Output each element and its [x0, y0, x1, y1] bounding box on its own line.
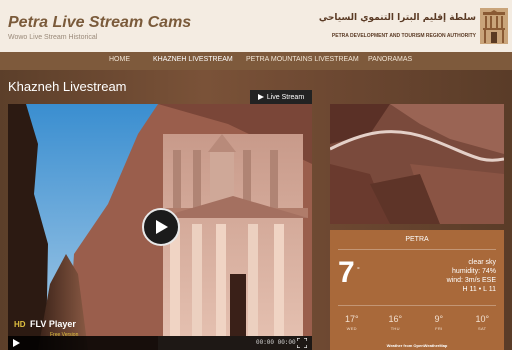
play-icon [257, 94, 264, 100]
nav-khazneh-livestream[interactable]: KHAZNEH LIVESTREAM [153, 56, 233, 63]
site-title[interactable]: Petra Live Stream Cams [8, 14, 191, 32]
weather-forecast: 17° WED 16° THU 9° FRI 10° SAT [330, 314, 504, 331]
weather-divider-forecast [338, 305, 496, 306]
weather-widget: PETRA 7 ° clear sky humidity: 74% wind: … [330, 230, 504, 350]
forecast-day-label: SAT [478, 326, 487, 331]
treasury-logo-icon[interactable] [480, 8, 508, 44]
forecast-day: 17° WED [330, 314, 374, 331]
site-subtitle: Wowo Live Stream Historical [8, 34, 98, 41]
petra-aerial-photo[interactable] [330, 104, 504, 224]
nav-home[interactable]: HOME [109, 56, 130, 63]
weather-divider [338, 249, 496, 250]
live-stream-label: Live Stream [266, 93, 305, 101]
forecast-temp: 9° [434, 314, 444, 324]
flv-player-name: FLV Player [30, 319, 76, 329]
site-header: Petra Live Stream Cams Wowo Live Stream … [0, 0, 512, 52]
forecast-day: 16° THU [374, 314, 418, 331]
weather-degree: ° [357, 267, 360, 274]
player-time: 00:00 00:00 [256, 339, 296, 346]
player-controls-bar: 00:00 00:00 [8, 336, 312, 350]
weather-high-low: H 11 • L 11 [462, 286, 496, 293]
authority-name-english: PETRA DEVELOPMENT AND TOURISM REGION AUT… [331, 33, 476, 39]
forecast-day: 10° SAT [461, 314, 505, 331]
forecast-day-label: WED [346, 326, 357, 331]
authority-name-arabic: سلطة إقليم البترا التنموي السياحي [318, 13, 476, 23]
fullscreen-icon[interactable] [297, 338, 307, 348]
weather-city: PETRA [405, 236, 429, 243]
weather-condition: clear sky [468, 259, 496, 266]
forecast-temp: 10° [475, 314, 490, 324]
control-play-icon[interactable] [13, 339, 20, 347]
flv-hd-badge: HD [14, 320, 26, 329]
weather-humidity: humidity: 74% [452, 268, 496, 275]
weather-credit[interactable]: Weather from OpenWeatherMap [330, 343, 504, 348]
weather-wind: wind: 3m/s ESE [446, 277, 496, 284]
nav-panoramas[interactable]: PANORAMAS [368, 56, 412, 63]
weather-details: clear sky humidity: 74% wind: 3m/s ESE H… [447, 258, 496, 294]
forecast-temp: 16° [388, 314, 403, 324]
forecast-day-label: THU [390, 326, 400, 331]
forecast-day: 9° FRI [417, 314, 461, 331]
play-icon [156, 220, 168, 234]
weather-temperature: 7 [338, 256, 355, 289]
page-title: Khazneh Livestream [8, 79, 127, 94]
forecast-day-label: FRI [435, 326, 443, 331]
live-stream-button[interactable]: Live Stream [250, 90, 312, 104]
video-player[interactable]: HD FLV Player Free Version 00:00 00:00 [8, 104, 312, 350]
flv-player-logo: HD FLV Player Free Version [14, 314, 78, 338]
main-nav: HOME KHAZNEH LIVESTREAM PETRA MOUNTAINS … [0, 52, 512, 70]
center-play-button[interactable] [142, 208, 180, 246]
nav-petra-mountains-livestream[interactable]: PETRA MOUNTAINS LIVESTREAM [246, 56, 359, 63]
forecast-temp: 17° [344, 314, 359, 324]
